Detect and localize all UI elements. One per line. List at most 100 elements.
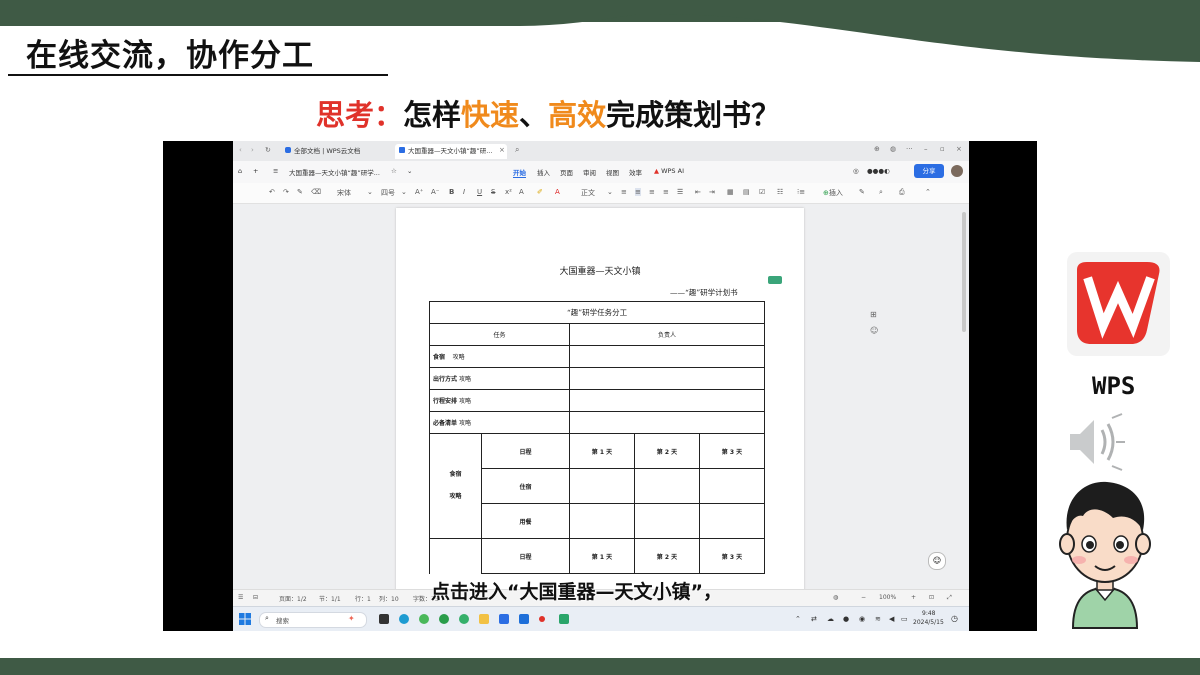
app-icon[interactable]: [419, 614, 429, 624]
fullscreen-icon[interactable]: ⤢: [947, 594, 952, 602]
assistant-icon[interactable]: ☺: [928, 552, 946, 570]
menu-page[interactable]: 页面: [560, 167, 573, 177]
collaborator-avatars[interactable]: ●●●◐: [867, 167, 890, 175]
collab-icon[interactable]: ◎: [853, 167, 859, 175]
globe-icon[interactable]: ◍: [890, 145, 896, 153]
insert-button[interactable]: ⊕插入: [823, 188, 843, 198]
redo-icon[interactable]: ↷: [283, 188, 289, 196]
forward-icon[interactable]: ›: [251, 146, 254, 154]
underline-icon[interactable]: U: [477, 188, 482, 196]
group-cell[interactable]: 食宿 攻略: [429, 433, 482, 539]
justify-icon[interactable]: ≡: [663, 188, 669, 196]
browser-icon[interactable]: [459, 614, 469, 624]
owner-cell[interactable]: [568, 367, 766, 390]
tray-cloud-icon[interactable]: ☁: [827, 615, 834, 623]
empty-cell[interactable]: [698, 503, 766, 539]
font-select[interactable]: 宋体: [337, 188, 351, 198]
size-select[interactable]: 四号: [381, 188, 395, 198]
strike-icon[interactable]: S: [491, 188, 495, 196]
font-color-icon[interactable]: A: [555, 188, 560, 196]
bullet-list-icon[interactable]: ☷: [777, 188, 783, 196]
tray-app-icon[interactable]: ⇄: [811, 615, 817, 623]
battery-icon[interactable]: ▭: [901, 615, 908, 623]
distribute-icon[interactable]: ☰: [677, 188, 683, 196]
zoom-in-icon[interactable]: +: [911, 594, 916, 601]
comment-icon[interactable]: ⊞: [870, 310, 877, 319]
task-cell[interactable]: 食宿 攻略: [429, 345, 570, 368]
style-select[interactable]: 正文: [581, 188, 595, 198]
menu-efficiency[interactable]: 效率: [629, 167, 642, 177]
notification-icon[interactable]: ◷: [951, 614, 958, 623]
speaker-icon[interactable]: [1068, 412, 1126, 472]
indent-increase-icon[interactable]: ⇥: [709, 188, 715, 196]
day-cell[interactable]: 第 3 天: [698, 538, 766, 574]
italic-icon[interactable]: I: [463, 188, 465, 196]
app-red-icon[interactable]: [539, 616, 545, 622]
taskview-icon[interactable]: [379, 614, 389, 624]
border-icon[interactable]: ▦: [727, 188, 734, 196]
add-circle-icon[interactable]: ⊕: [874, 145, 880, 153]
more-menu-icon[interactable]: ⌄: [407, 167, 412, 175]
tray-chevron-icon[interactable]: ⌃: [795, 615, 801, 623]
format-painter-icon[interactable]: ✎: [297, 188, 303, 196]
menu-view[interactable]: 视图: [606, 167, 619, 177]
mic-icon[interactable]: ●: [843, 615, 849, 623]
new-icon[interactable]: +: [253, 167, 258, 175]
empty-cell[interactable]: [568, 503, 635, 539]
menu-icon[interactable]: ≡: [273, 167, 278, 175]
user-avatar[interactable]: [951, 165, 963, 177]
owner-cell[interactable]: [568, 411, 766, 434]
tab-all-docs[interactable]: 全部文档 | WPS云文档: [281, 144, 397, 159]
owner-cell[interactable]: [568, 345, 766, 368]
align-right-icon[interactable]: ≡: [649, 188, 655, 196]
header-task[interactable]: 任务: [429, 323, 570, 346]
edge-icon[interactable]: [399, 614, 409, 624]
zoom-out-icon[interactable]: −: [861, 594, 866, 601]
outline-icon[interactable]: ☰: [238, 594, 243, 601]
day-cell[interactable]: 第 1 天: [568, 433, 635, 469]
task-cell[interactable]: 出行方式 攻略: [429, 367, 570, 390]
undo-icon[interactable]: ↶: [269, 188, 275, 196]
align-center-icon[interactable]: ≡: [635, 188, 641, 196]
empty-cell[interactable]: [568, 468, 635, 504]
grow-font-icon[interactable]: A⁺: [415, 188, 423, 196]
menu-start[interactable]: 开始: [513, 167, 526, 178]
clear-format-icon[interactable]: ⌫: [311, 188, 321, 196]
task-cell[interactable]: 行程安排 攻略: [429, 389, 570, 412]
fit-page-icon[interactable]: ⊡: [929, 594, 934, 601]
wechat-icon[interactable]: [439, 614, 449, 624]
menu-review[interactable]: 审阅: [583, 167, 596, 177]
bold-icon[interactable]: B: [449, 188, 454, 196]
volume-icon[interactable]: ◀: [889, 615, 894, 623]
document-page[interactable]: 大国重器—天文小镇 ——“趣”研学计划书 “趣”研学任务分工 任务 负责人 食宿…: [396, 208, 804, 589]
nav-icon[interactable]: ⊟: [253, 594, 258, 601]
scrollbar[interactable]: [962, 212, 966, 332]
zoom-level[interactable]: 100%: [879, 594, 896, 601]
empty-cell[interactable]: [633, 468, 700, 504]
store-icon[interactable]: [499, 614, 509, 624]
more-icon[interactable]: ···: [906, 145, 913, 153]
detail-label[interactable]: 用餐: [481, 503, 570, 539]
star-icon[interactable]: ☆: [391, 167, 397, 175]
empty-cell[interactable]: [698, 468, 766, 504]
numbered-list-icon[interactable]: ⁝≡: [797, 188, 805, 196]
owner-cell[interactable]: [568, 389, 766, 412]
close-window-icon[interactable]: ×: [956, 145, 962, 153]
wifi-icon[interactable]: ≋: [875, 615, 881, 623]
taskbar-search[interactable]: ⌕ 搜索 ✦: [259, 612, 367, 628]
search-tab-icon[interactable]: ⌕: [515, 145, 519, 155]
table-title-cell[interactable]: “趣”研学任务分工: [429, 301, 765, 324]
minimize-icon[interactable]: –: [924, 145, 928, 153]
app-blue-icon[interactable]: [519, 614, 529, 624]
table-icon[interactable]: ▤: [743, 188, 750, 196]
detail-label[interactable]: 住宿: [481, 468, 570, 504]
task-cell[interactable]: 必备清单 攻略: [429, 411, 570, 434]
tab-close-icon[interactable]: ×: [499, 146, 505, 154]
superscript-icon[interactable]: x²: [505, 188, 512, 196]
menu-insert[interactable]: 插入: [537, 167, 550, 177]
maximize-icon[interactable]: ▫: [940, 145, 945, 153]
back-icon[interactable]: ‹: [239, 146, 242, 154]
header-owner[interactable]: 负责人: [568, 323, 766, 346]
paint-icon[interactable]: ✎: [859, 188, 865, 196]
menu-wps-ai[interactable]: ▲ WPS AI: [654, 167, 684, 175]
